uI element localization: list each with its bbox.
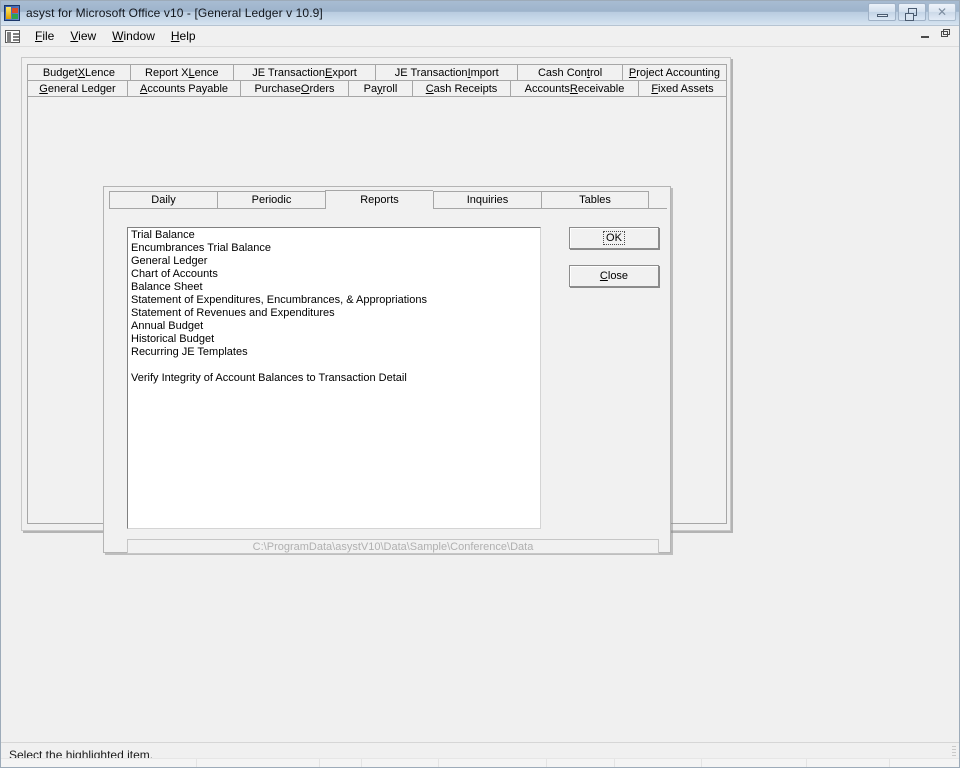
tab-purchase-orders[interactable]: Purchase Orders — [240, 80, 348, 96]
function-tab-body: Trial Balance Encumbrances Trial Balance… — [109, 208, 667, 554]
tab-reports[interactable]: Reports — [325, 190, 433, 209]
tab-je-transaction-export[interactable]: JE Transaction Export — [232, 64, 376, 80]
menu-bar: File View Window Help — [1, 26, 959, 47]
status-panel-strip — [1, 758, 959, 767]
tab-accounts-receivable[interactable]: Accounts Receivable — [510, 80, 638, 96]
title-bar[interactable]: asyst for Microsoft Office v10 - [Genera… — [1, 1, 959, 26]
tab-tables[interactable]: Tables — [541, 191, 649, 208]
list-item[interactable]: General Ledger — [128, 255, 540, 268]
tab-periodic[interactable]: Periodic — [217, 191, 325, 208]
list-item[interactable]: Balance Sheet — [128, 281, 540, 294]
tab-cash-control[interactable]: Cash Con t rol — [517, 64, 622, 80]
restore-button[interactable] — [898, 3, 926, 21]
module-tabstrip: Budget X Lence Report X Lence JE Transacti… — [27, 64, 727, 96]
tab-project-accounting[interactable]: Project Accounting — [621, 64, 727, 80]
close-button[interactable]: Close — [569, 265, 659, 287]
list-item[interactable]: Statement of Revenues and Expenditures — [128, 307, 540, 320]
list-item[interactable]: Chart of Accounts — [128, 268, 540, 281]
tab-inquiries[interactable]: Inquiries — [433, 191, 541, 208]
mdi-client-area: Budget X Lence Report X Lence JE Transacti… — [1, 47, 959, 742]
mdi-minimize-icon[interactable] — [920, 28, 931, 40]
status-bar: Select the highlighted item. — [1, 742, 959, 767]
menu-item-window[interactable]: Window — [104, 27, 163, 45]
application-window: asyst for Microsoft Office v10 - [Genera… — [0, 0, 960, 768]
mdi-restore-icon[interactable] — [941, 28, 952, 40]
tab-fixed-assets[interactable]: Fixed Assets — [638, 80, 727, 96]
list-item[interactable]: Annual Budget — [128, 320, 540, 333]
window-title: asyst for Microsoft Office v10 - [Genera… — [26, 6, 323, 20]
application-icon — [4, 5, 20, 21]
tab-inquiries-label: Inquiries — [466, 194, 509, 206]
data-path-field: C:\ProgramData\asystV10\Data\Sample\Conf… — [127, 539, 659, 554]
tab-accounts-payable[interactable]: Accounts Payable — [127, 80, 240, 96]
list-item[interactable]: Historical Budget — [128, 333, 540, 346]
tab-budget-xlence[interactable]: Budget X Lence — [27, 64, 130, 80]
general-ledger-child-window: Budget X Lence Report X Lence JE Transacti… — [21, 57, 731, 554]
module-tabstrip-row-1: Budget X Lence Report X Lence JE Transacti… — [27, 64, 727, 80]
tab-daily-label: Daily — [151, 194, 176, 206]
minimize-icon — [877, 14, 888, 17]
list-item[interactable]: Trial Balance — [128, 229, 540, 242]
list-item[interactable]: Recurring JE Templates — [128, 346, 540, 359]
tab-periodic-label: Periodic — [251, 194, 292, 206]
tab-daily[interactable]: Daily — [109, 191, 217, 208]
close-button[interactable]: ✕ — [928, 3, 956, 21]
ok-button-label: OK — [603, 231, 625, 245]
tab-je-transaction-import[interactable]: JE Transaction Import — [375, 64, 518, 80]
tab-cash-receipts[interactable]: Cash Receipts — [412, 80, 510, 96]
tab-tables-label: Tables — [579, 194, 611, 206]
tab-payroll[interactable]: Pa y roll — [348, 80, 412, 96]
tab-reports-label: Reports — [360, 194, 399, 206]
close-icon: ✕ — [936, 5, 948, 19]
ok-button[interactable]: OK — [569, 227, 659, 249]
minimize-button[interactable] — [868, 3, 896, 21]
menu-item-help[interactable]: Help — [163, 27, 204, 45]
list-item[interactable]: Encumbrances Trial Balance — [128, 242, 540, 255]
caption-button-group: ✕ — [868, 3, 956, 21]
list-item-spacer — [128, 359, 540, 372]
list-item[interactable]: Statement of Expenditures, Encumbrances,… — [128, 294, 540, 307]
close-button-label: Close — [599, 270, 629, 282]
reports-dialog-panel: Daily Periodic Reports Inquiries Tables — [103, 186, 671, 554]
mdi-child-caption-buttons — [920, 28, 952, 40]
module-tabstrip-row-2: General Ledger Accounts Payable Purchase… — [27, 80, 727, 96]
report-listbox[interactable]: Trial Balance Encumbrances Trial Balance… — [127, 227, 541, 529]
menu-item-file[interactable]: File — [27, 27, 62, 45]
function-tabstrip: Daily Periodic Reports Inquiries Tables — [109, 190, 654, 209]
restore-icon — [905, 8, 917, 21]
data-path-value: C:\ProgramData\asystV10\Data\Sample\Conf… — [252, 540, 534, 553]
menu-item-view[interactable]: View — [62, 27, 104, 45]
mdi-system-menu-icon[interactable] — [5, 29, 20, 43]
list-item[interactable]: Verify Integrity of Account Balances to … — [128, 372, 540, 385]
tab-general-ledger[interactable]: General Ledger — [27, 80, 127, 96]
tab-report-xlence[interactable]: Report X Lence — [129, 64, 233, 80]
